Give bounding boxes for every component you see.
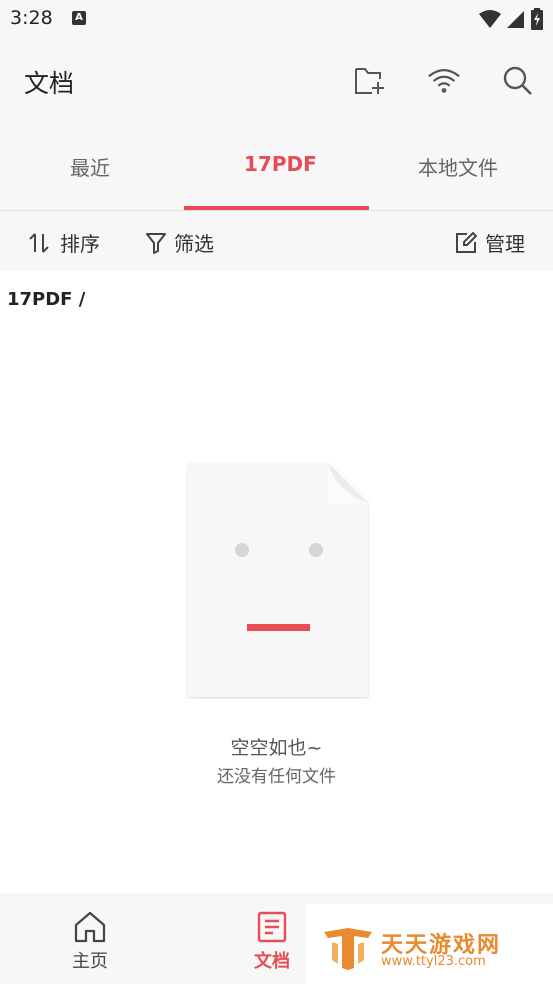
watermark-url: www.ttyl23.com (381, 954, 486, 969)
tab-bar: 最近 17PDF 本地文件 (0, 122, 553, 211)
app-actions (353, 64, 535, 98)
empty-state-subtitle: 还没有任何文件 (217, 767, 336, 787)
cell-signal-icon (507, 11, 524, 28)
nav-home[interactable]: 主页 (72, 911, 108, 973)
sort-label: 排序 (60, 232, 100, 256)
wifi-icon (428, 69, 460, 93)
edit-icon (456, 231, 477, 253)
document-icon (257, 911, 287, 943)
filter-button[interactable]: 筛选 (146, 228, 214, 257)
watermark-logo (324, 928, 372, 970)
sort-button[interactable]: 排序 (28, 228, 100, 257)
wifi-transfer-button[interactable] (427, 64, 461, 98)
empty-document-illustration (188, 463, 368, 697)
page-title: 文档 (24, 69, 75, 98)
status-icons (479, 8, 543, 30)
breadcrumb[interactable]: 17PDF / (7, 289, 85, 310)
tab-17pdf[interactable]: 17PDF (244, 152, 317, 176)
sort-icon (29, 232, 49, 253)
filter-icon (146, 232, 166, 254)
nav-documents[interactable]: 文档 (254, 911, 290, 973)
app-bar: 文档 (0, 38, 553, 122)
new-folder-button[interactable] (353, 64, 387, 98)
filter-label: 筛选 (174, 232, 214, 256)
search-button[interactable] (501, 64, 535, 98)
nav-documents-label: 文档 (254, 951, 290, 972)
status-time: 3:28 (10, 7, 53, 29)
manage-label: 管理 (485, 232, 525, 256)
watermark: 天天游戏网 www.ttyl23.com (306, 904, 553, 984)
wifi-signal-icon (479, 10, 501, 28)
tab-indicator (184, 206, 369, 210)
battery-icon (531, 8, 543, 30)
manage-button[interactable]: 管理 (455, 228, 525, 257)
tab-local-files[interactable]: 本地文件 (418, 152, 498, 181)
status-bar: 3:28 A (0, 0, 553, 38)
file-toolbar: 排序 筛选 管理 (0, 211, 553, 271)
new-folder-icon (355, 68, 384, 94)
search-icon (503, 66, 532, 95)
empty-state-title: 空空如也~ (230, 737, 323, 759)
notification-icon: A (72, 11, 86, 25)
nav-home-label: 主页 (72, 951, 108, 972)
tab-recent[interactable]: 最近 (70, 152, 110, 181)
home-icon (74, 911, 106, 943)
